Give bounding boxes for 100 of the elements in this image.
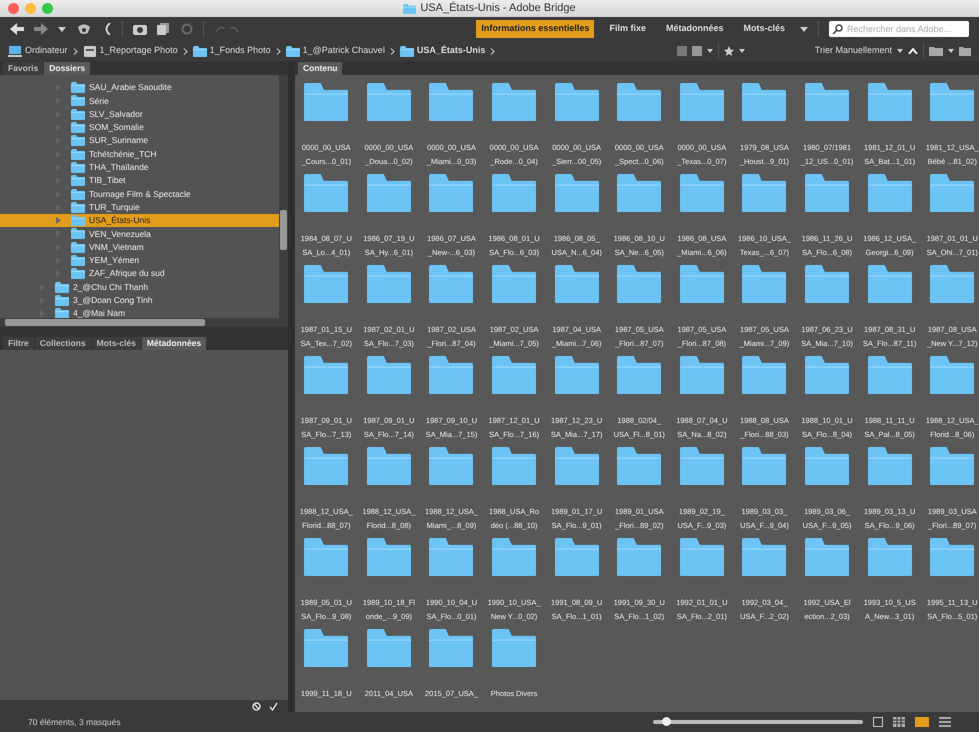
folder-icon[interactable] <box>304 629 348 667</box>
caret-icon[interactable] <box>58 26 66 32</box>
folder-icon[interactable] <box>617 447 662 485</box>
folder-icon[interactable] <box>617 83 662 121</box>
folder-icon[interactable] <box>868 538 912 576</box>
folder-icon[interactable] <box>868 174 912 212</box>
folder-icon[interactable] <box>366 538 411 576</box>
folder-icon[interactable] <box>304 265 348 303</box>
folder-icon[interactable] <box>366 174 411 212</box>
folder-icon[interactable] <box>805 174 850 212</box>
folder-icon[interactable] <box>617 356 662 394</box>
folder-icon[interactable] <box>304 174 348 212</box>
folder-icon[interactable] <box>366 265 411 303</box>
caret-icon[interactable] <box>706 49 713 53</box>
slider-thumb[interactable] <box>662 717 671 726</box>
folder-icon[interactable] <box>492 538 536 576</box>
folder-icon[interactable] <box>742 265 786 303</box>
folder-icon[interactable] <box>554 83 599 121</box>
tree-item[interactable]: VNM_Vietnam <box>0 240 279 254</box>
folder-icon[interactable] <box>742 538 786 576</box>
folder-icon[interactable] <box>492 447 536 485</box>
folder-icon[interactable] <box>930 174 974 212</box>
folder-icon[interactable] <box>554 265 599 303</box>
tree-item[interactable]: ZAF_Afrique du sud <box>0 267 279 280</box>
sort-ascending-icon[interactable] <box>908 48 918 54</box>
folder-icon[interactable] <box>366 356 411 394</box>
checkmark-icon[interactable] <box>269 702 278 710</box>
tree-item[interactable]: 3_@Doan Cong Tinh <box>0 294 279 308</box>
caret-icon[interactable] <box>897 49 903 53</box>
folder-icon[interactable] <box>805 356 850 394</box>
new-folder-icon[interactable] <box>929 46 943 56</box>
folder-icon[interactable] <box>617 265 662 303</box>
tree-item[interactable]: 4_@Mai Nam <box>0 307 279 318</box>
caret-icon[interactable] <box>738 49 745 53</box>
tree-item[interactable]: USA_États-Unis <box>0 214 279 228</box>
folder-icon[interactable] <box>805 83 850 121</box>
folder-icon[interactable] <box>868 356 912 394</box>
workspace-tab[interactable]: Mots-clés <box>738 20 790 38</box>
folder-icon[interactable] <box>554 538 599 576</box>
panel-tab[interactable]: Dossiers <box>44 62 90 75</box>
folder-icon[interactable] <box>492 265 536 303</box>
back-arrow-icon[interactable] <box>10 23 24 35</box>
folder-icon[interactable] <box>429 265 474 303</box>
tree-item[interactable]: THA_Thaïlande <box>0 160 279 174</box>
folder-icon[interactable] <box>366 629 411 667</box>
breadcrumb-link[interactable]: 1_Reportage Photo <box>82 44 178 58</box>
panel-tab[interactable]: Métadonnées <box>142 337 206 350</box>
folder-icon[interactable] <box>805 265 850 303</box>
folder-icon[interactable] <box>429 83 474 121</box>
tree-item[interactable]: 2_@Chu Chi Thanh <box>0 280 279 294</box>
tree-item[interactable]: TIB_Tibet <box>0 174 279 188</box>
folder-icon[interactable] <box>492 356 536 394</box>
forward-arrow-icon[interactable] <box>34 23 48 35</box>
folder-icon[interactable] <box>805 538 850 576</box>
scroll-thumb[interactable] <box>5 319 205 326</box>
document-stack-icon[interactable] <box>157 23 171 35</box>
tree-item[interactable]: YEM_Yémen <box>0 254 279 268</box>
scroll-thumb[interactable] <box>280 210 287 250</box>
folder-icon[interactable] <box>680 83 724 121</box>
folder-icon[interactable] <box>930 538 974 576</box>
thumbnail-view-icon[interactable] <box>893 717 905 727</box>
folder-icon[interactable] <box>868 265 912 303</box>
caret-icon[interactable] <box>948 49 954 53</box>
folder-icon[interactable] <box>366 83 411 121</box>
folder-icon[interactable] <box>742 174 786 212</box>
camera-icon[interactable] <box>133 23 147 35</box>
panel-tab[interactable]: Mots-clés <box>92 337 141 350</box>
list-view-icon[interactable] <box>939 717 951 727</box>
panel-tab[interactable]: Collections <box>34 337 91 350</box>
folder-icon[interactable] <box>429 356 474 394</box>
folder-icon[interactable] <box>304 538 348 576</box>
folder-icon[interactable] <box>868 83 912 121</box>
folder-icon[interactable] <box>742 356 786 394</box>
tree-item[interactable]: Tournage Film & Spectacle <box>0 187 279 201</box>
folder-icon[interactable] <box>805 447 850 485</box>
folder-icon[interactable] <box>304 83 348 121</box>
folder-icon[interactable] <box>617 174 662 212</box>
tree-item[interactable]: SUR_Suriname <box>0 134 279 148</box>
caret-icon[interactable] <box>800 26 808 32</box>
folder-icon[interactable] <box>429 538 474 576</box>
folder-icon[interactable] <box>742 447 786 485</box>
cancel-icon[interactable] <box>252 702 261 710</box>
folder-icon[interactable] <box>554 174 599 212</box>
folder-icon[interactable] <box>554 447 599 485</box>
workspace-tab[interactable]: Film fixe <box>604 20 651 38</box>
folder-icon[interactable] <box>959 46 971 56</box>
folder-icon[interactable] <box>492 629 536 667</box>
folder-icon[interactable] <box>304 447 348 485</box>
folder-icon[interactable] <box>429 174 474 212</box>
panel-tab[interactable]: Favoris <box>3 62 44 75</box>
folder-icon[interactable] <box>617 538 662 576</box>
folder-icon[interactable] <box>930 356 974 394</box>
folder-icon[interactable] <box>930 447 974 485</box>
sort-dropdown[interactable]: Trier Manuellement <box>814 44 892 58</box>
folder-icon[interactable] <box>742 83 786 121</box>
folder-icon[interactable] <box>492 174 536 212</box>
folder-icon[interactable] <box>930 83 974 121</box>
folder-icon[interactable] <box>304 356 348 394</box>
folder-icon[interactable] <box>554 356 599 394</box>
tree-item[interactable]: SAU_Arabie Saoudite <box>0 81 279 94</box>
